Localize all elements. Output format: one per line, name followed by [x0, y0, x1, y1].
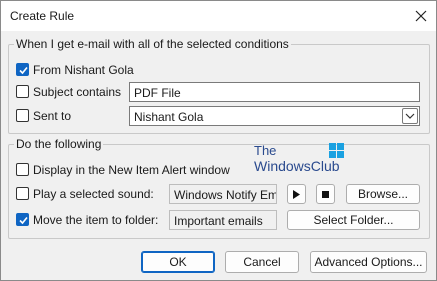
ok-button[interactable]: OK	[141, 251, 215, 273]
sent-to-value: Nishant Gola	[134, 110, 204, 124]
sent-to-dropdown-button[interactable]	[402, 108, 418, 124]
sent-to-combobox[interactable]: Nishant Gola	[129, 106, 420, 126]
sent-to-checkbox[interactable]	[16, 109, 29, 122]
from-checkbox[interactable]	[16, 63, 29, 76]
play-sound-button[interactable]	[287, 184, 306, 204]
sound-file-field: Windows Notify Em	[169, 184, 277, 204]
close-button[interactable]	[410, 5, 432, 27]
title-bar: Create Rule	[1, 1, 436, 31]
checkmark-icon	[19, 66, 28, 75]
move-checkbox[interactable]	[16, 213, 29, 226]
advanced-options-button[interactable]: Advanced Options...	[310, 251, 427, 273]
sound-label: Play a selected sound:	[33, 187, 154, 201]
folder-field: Important emails	[169, 210, 277, 230]
close-icon	[415, 10, 427, 22]
sent-to-label: Sent to	[33, 109, 72, 123]
conditions-group-label: When I get e-mail with all of the select…	[14, 37, 291, 51]
window-title: Create Rule	[10, 9, 75, 23]
subject-checkbox[interactable]	[16, 85, 29, 98]
windows-logo-icon	[329, 143, 344, 158]
from-label: From Nishant Gola	[33, 63, 134, 77]
play-icon	[293, 189, 300, 199]
watermark-line2: WindowsClub	[254, 158, 340, 174]
browse-button[interactable]: Browse...	[346, 184, 420, 204]
alert-label: Display in the New Item Alert window	[33, 163, 230, 177]
checkmark-icon	[19, 216, 28, 225]
watermark-line1: The	[254, 143, 277, 158]
watermark-logo: The WindowsClub	[254, 143, 344, 177]
alert-checkbox[interactable]	[16, 163, 29, 176]
actions-group-label: Do the following	[14, 137, 104, 151]
stop-icon	[322, 190, 329, 198]
move-label: Move the item to folder:	[33, 213, 159, 227]
subject-label: Subject contains	[33, 85, 122, 99]
stop-sound-button[interactable]	[316, 184, 335, 204]
cancel-button[interactable]: Cancel	[225, 251, 299, 273]
subject-input[interactable]: PDF File	[129, 82, 420, 102]
select-folder-button[interactable]: Select Folder...	[287, 210, 420, 230]
chevron-down-icon	[405, 113, 415, 119]
sound-checkbox[interactable]	[16, 187, 29, 200]
